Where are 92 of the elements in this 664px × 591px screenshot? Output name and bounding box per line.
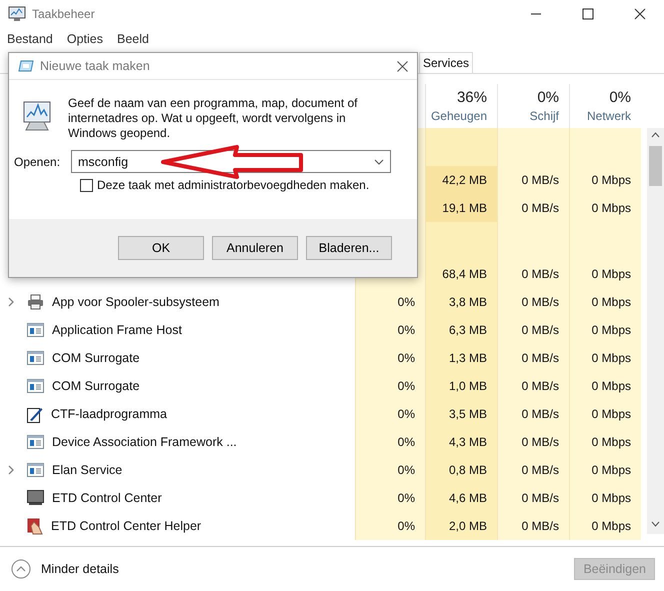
disk-cell: 0 MB/s (497, 194, 569, 222)
network-cell: 0 Mbps (569, 260, 641, 288)
process-name: Application Frame Host (52, 323, 182, 337)
cpu-cell: 0% (355, 344, 425, 372)
memory-cell: 1,0 MB (425, 372, 497, 400)
process-name: Device Association Framework ... (52, 435, 237, 449)
memory-cell: 3,5 MB (425, 400, 497, 428)
disk-cell: 0 MB/s (497, 456, 569, 484)
window-icon (27, 323, 44, 337)
chevron-icon[interactable] (8, 465, 15, 475)
network-cell: 0 Mbps (569, 288, 641, 316)
process-name: COM Surrogate (52, 351, 140, 365)
disk-cell: 0 MB/s (497, 512, 569, 540)
dialog-button[interactable]: Annuleren (212, 236, 298, 260)
disk-cell: 0 MB/s (497, 316, 569, 344)
cpu-cell: 0% (355, 456, 425, 484)
checkbox[interactable] (80, 178, 93, 192)
window-title: Taakbeheer (32, 7, 95, 21)
disk-cell: 0 MB/s (497, 428, 569, 456)
window-icon (27, 435, 44, 449)
menu-item[interactable]: Beeld (117, 32, 149, 46)
dialog-title: Nieuwe taak maken (40, 59, 150, 73)
table-cell (569, 128, 641, 166)
network-cell: 0 Mbps (569, 484, 641, 512)
checkbox-label: Deze taak met administratorbevoegdheden maken. (97, 178, 370, 192)
maximize-icon[interactable] (582, 8, 594, 20)
pen-icon (27, 406, 43, 422)
printer-icon (27, 294, 44, 310)
chevron-icon[interactable] (8, 297, 15, 307)
disk-cell: 0 MB/s (497, 344, 569, 372)
cpu-cell: 0% (355, 484, 425, 512)
process-name: App voor Spooler-subsysteem (52, 295, 220, 309)
network-cell: 0 Mbps (569, 372, 641, 400)
window-icon (27, 379, 44, 393)
network-cell: 0 Mbps (569, 166, 641, 194)
dialog-button[interactable]: Bladeren... (306, 236, 392, 260)
chevron-icon[interactable] (374, 158, 384, 164)
table-cell (425, 222, 497, 260)
monitor-icon (27, 490, 44, 506)
cpu-cell: 0% (355, 316, 425, 344)
hand-icon (27, 518, 43, 534)
collapse-icon[interactable] (11, 559, 31, 579)
disk-cell: 0 MB/s (497, 288, 569, 316)
cpu-cell: 0% (355, 400, 425, 428)
open-combobox[interactable]: msconfig (71, 150, 391, 173)
disk-cell: 0 MB/s (497, 260, 569, 288)
memory-cell: 1,3 MB (425, 344, 497, 372)
dialog-message: Geef de naam van een programma, map, document of internetadres op. Wat u opgeeft, wordt vervolgens in Windows geopend. (68, 96, 358, 141)
memory-cell: 68,4 MB (425, 260, 497, 288)
window-icon (27, 463, 44, 477)
table-cell (497, 128, 569, 166)
memory-cell: 6,3 MB (425, 316, 497, 344)
memory-cell: 2,0 MB (425, 512, 497, 540)
disk-cell: 0 MB/s (497, 400, 569, 428)
network-cell: 0 Mbps (569, 194, 641, 222)
memory-cell: 3,8 MB (425, 288, 497, 316)
window-icon (27, 351, 44, 365)
memory-cell: 42,2 MB (425, 166, 497, 194)
network-cell: 0 Mbps (569, 456, 641, 484)
open-label: Openen: (14, 154, 62, 168)
disk-cell: 0 MB/s (497, 484, 569, 512)
cpu-cell: 0% (355, 372, 425, 400)
network-cell: 0 Mbps (569, 344, 641, 372)
run-icon (18, 60, 34, 72)
cpu-cell: 0% (355, 428, 425, 456)
memory-cell: 4,6 MB (425, 484, 497, 512)
network-cell: 0 Mbps (569, 512, 641, 540)
process-name: COM Surrogate (52, 379, 140, 393)
process-name: CTF-laadprogramma (51, 407, 168, 421)
close-icon[interactable] (634, 8, 646, 20)
memory-cell: 0,8 MB (425, 456, 497, 484)
tab[interactable]: Services (419, 52, 474, 73)
process-name: ETD Control Center (52, 491, 162, 505)
memory-cell: 19,1 MB (425, 194, 497, 222)
network-cell: 0 Mbps (569, 428, 641, 456)
network-cell: 0 Mbps (569, 400, 641, 428)
network-cell: 0 Mbps (569, 316, 641, 344)
table-cell (425, 128, 497, 166)
memory-cell: 4,3 MB (425, 428, 497, 456)
process-name: ETD Control Center Helper (51, 519, 202, 533)
process-name: Elan Service (52, 463, 122, 477)
disk-cell: 0 MB/s (497, 372, 569, 400)
fewer-details-link[interactable]: Minder details (41, 562, 119, 576)
cpu-cell: 0% (355, 288, 425, 316)
close-icon[interactable] (397, 60, 408, 72)
scrollbar[interactable] (647, 128, 664, 534)
monitor-icon (8, 6, 26, 22)
cpu-cell: 0% (355, 512, 425, 540)
disk-cell: 0 MB/s (497, 166, 569, 194)
menu-item[interactable]: Bestand (7, 32, 53, 46)
menu-item[interactable]: Opties (66, 32, 104, 46)
dialog-button[interactable]: OK (118, 236, 204, 260)
